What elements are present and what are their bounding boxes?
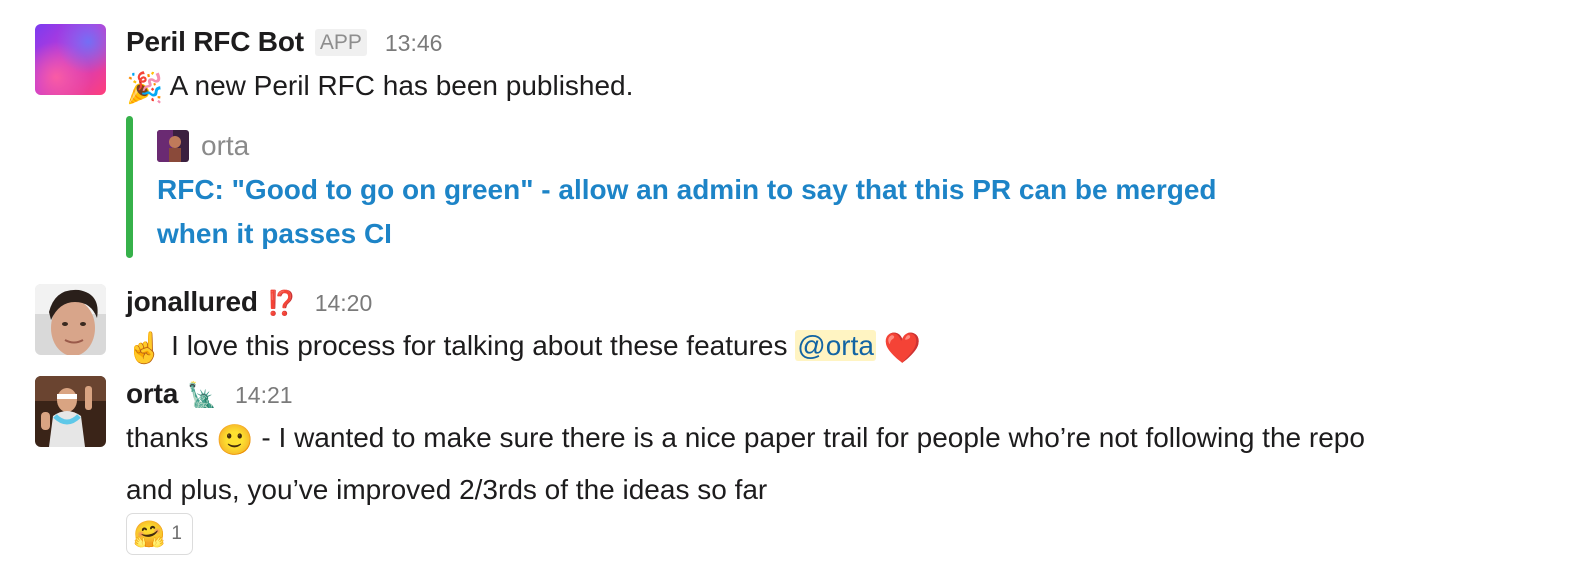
sender-name[interactable]: Peril RFC Bot — [126, 26, 304, 58]
jonallured-avatar-image — [35, 284, 106, 355]
timestamp[interactable]: 14:21 — [235, 382, 293, 409]
attachment-color-bar — [126, 116, 133, 258]
statue-of-liberty-status-icon[interactable]: 🗽 — [187, 384, 217, 408]
bot-avatar[interactable] — [35, 24, 106, 95]
interrobang-status-icon[interactable]: ⁉️ — [267, 292, 297, 316]
message-text-second-line: and plus, you’ve improved 2/3rds of the … — [126, 474, 768, 505]
reaction-count: 1 — [171, 523, 182, 544]
reaction-hugging-face[interactable]: 🤗 1 — [126, 513, 193, 555]
bot-avatar-image — [35, 24, 106, 95]
message-body-rest: - I wanted to make sure there is a nice … — [261, 422, 1365, 453]
heart-icon: ❤️ — [883, 332, 922, 365]
timestamp[interactable]: 13:46 — [385, 30, 443, 57]
message-header: Peril RFC Bot APP 13:46 — [126, 26, 1564, 60]
rfc-title-link[interactable]: RFC: "Good to go on green" - allow an ad… — [157, 168, 1287, 256]
hugging-face-icon: 🤗 — [133, 519, 166, 549]
message-text: 🎉 A new Peril RFC has been published. — [126, 60, 1564, 112]
message-body-start: thanks — [126, 422, 209, 453]
pointing-up-icon: ☝️ — [126, 332, 164, 365]
user-mention[interactable]: @orta — [795, 330, 876, 361]
message-peril-rfc-bot: Peril RFC Bot APP 13:46 🎉 A new Peril RF… — [0, 0, 1594, 270]
message-text: thanks 🙂 - I wanted to make sure there i… — [126, 412, 1564, 464]
message-text: ☝️ I love this process for talking about… — [126, 320, 1564, 372]
attachment-author: orta — [157, 130, 249, 162]
timestamp[interactable]: 14:20 — [315, 290, 373, 317]
slightly-smiling-face-icon: 🙂 — [216, 424, 254, 457]
attachment-author-name[interactable]: orta — [201, 130, 249, 162]
message-body: I love this process for talking about th… — [171, 330, 788, 361]
orta-avatar-image — [35, 376, 106, 447]
app-badge: APP — [314, 29, 367, 56]
jonallured-avatar[interactable] — [35, 284, 106, 355]
message-header: jonallured ⁉️ 14:20 — [126, 286, 1564, 320]
rfc-attachment: orta RFC: "Good to go on green" - allow … — [126, 116, 1326, 258]
author-avatar-icon — [157, 130, 189, 162]
orta-avatar[interactable] — [35, 376, 106, 447]
sender-name[interactable]: orta — [126, 378, 178, 410]
message-body: A new Peril RFC has been published. — [169, 70, 634, 101]
party-popper-icon: 🎉 — [126, 72, 164, 105]
message-jonallured: jonallured ⁉️ 14:20 ☝️ I love this proce… — [0, 270, 1594, 370]
message-orta: orta 🗽 14:21 thanks 🙂 - I wanted to make… — [0, 370, 1594, 578]
sender-name[interactable]: jonallured — [126, 286, 258, 318]
message-header: orta 🗽 14:21 — [126, 378, 1564, 412]
